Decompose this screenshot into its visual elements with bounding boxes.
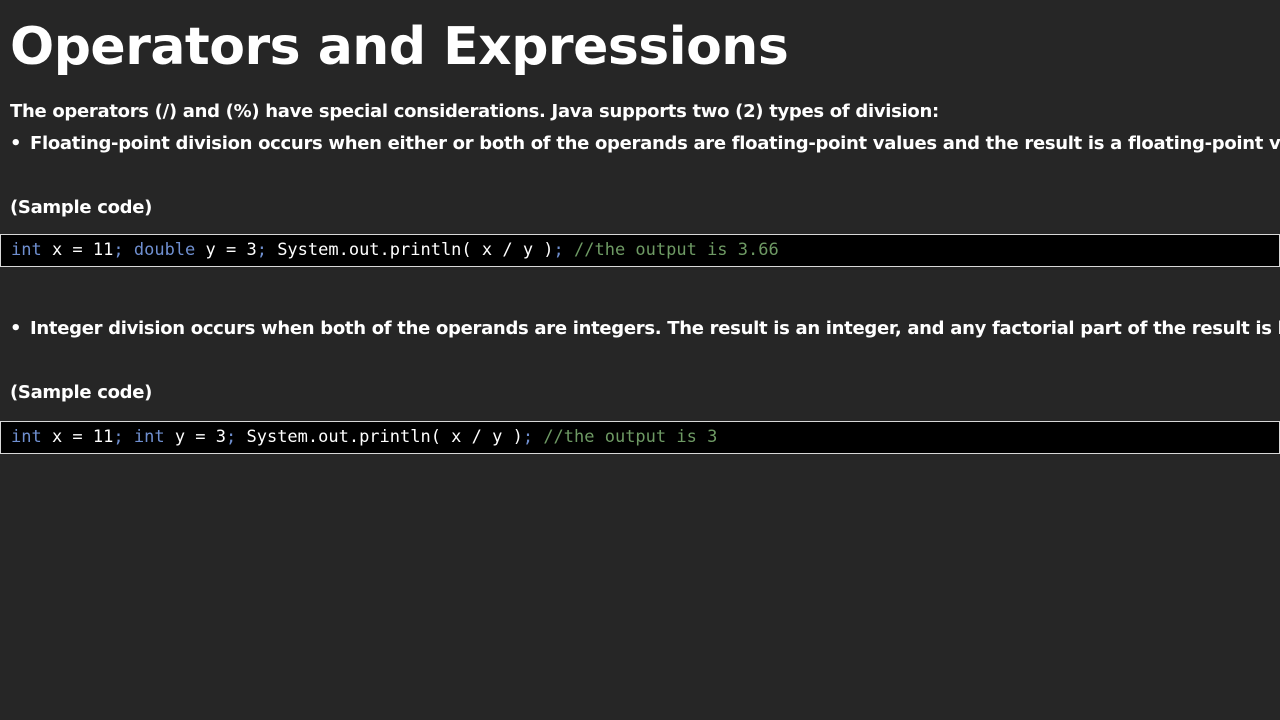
code-semicolon: ; — [553, 240, 564, 260]
code-text: x = 11 — [41, 240, 114, 260]
code-text: x = 11 — [41, 427, 114, 447]
sample-code-label: (Sample code) — [10, 382, 153, 403]
intro-text: The operators (/) and (%) have special c… — [10, 101, 939, 122]
code-keyword: double — [123, 240, 196, 260]
bullet-text: Integer division occurs when both of the… — [30, 318, 1280, 339]
bullet-integer: • Integer division occurs when both of th… — [10, 317, 1280, 341]
code-block-integer: int x = 11; int y = 3; System.out.printl… — [0, 421, 1280, 454]
bullet-icon: • — [10, 133, 22, 154]
slide-title: Operators and Expressions — [10, 17, 789, 77]
bullet-icon: • — [10, 318, 22, 339]
code-text: y = 3 — [164, 427, 226, 447]
code-keyword: int — [11, 427, 42, 447]
code-comment: //the output is 3.66 — [563, 240, 779, 260]
code-comment: //the output is 3 — [533, 427, 718, 447]
code-semicolon: ; — [256, 240, 267, 260]
sample-code-label: (Sample code) — [10, 197, 153, 218]
code-keyword: int — [11, 240, 42, 260]
code-semicolon: ; — [522, 427, 534, 447]
code-text: System.out.println( x / y ) — [236, 427, 523, 447]
bullet-text: Floating-point division occurs when eith… — [30, 133, 1280, 154]
bullet-floating-point: • Floating-point division occurs when eit… — [10, 132, 1280, 156]
code-semicolon: ; — [113, 427, 124, 447]
code-text: System.out.println( x / y ) — [266, 240, 554, 260]
code-block-floating: int x = 11; double y = 3; System.out.pri… — [0, 234, 1280, 267]
code-semicolon: ; — [113, 240, 124, 260]
code-text: y = 3 — [195, 240, 257, 260]
code-keyword: int — [123, 427, 165, 447]
code-semicolon: ; — [226, 427, 237, 447]
